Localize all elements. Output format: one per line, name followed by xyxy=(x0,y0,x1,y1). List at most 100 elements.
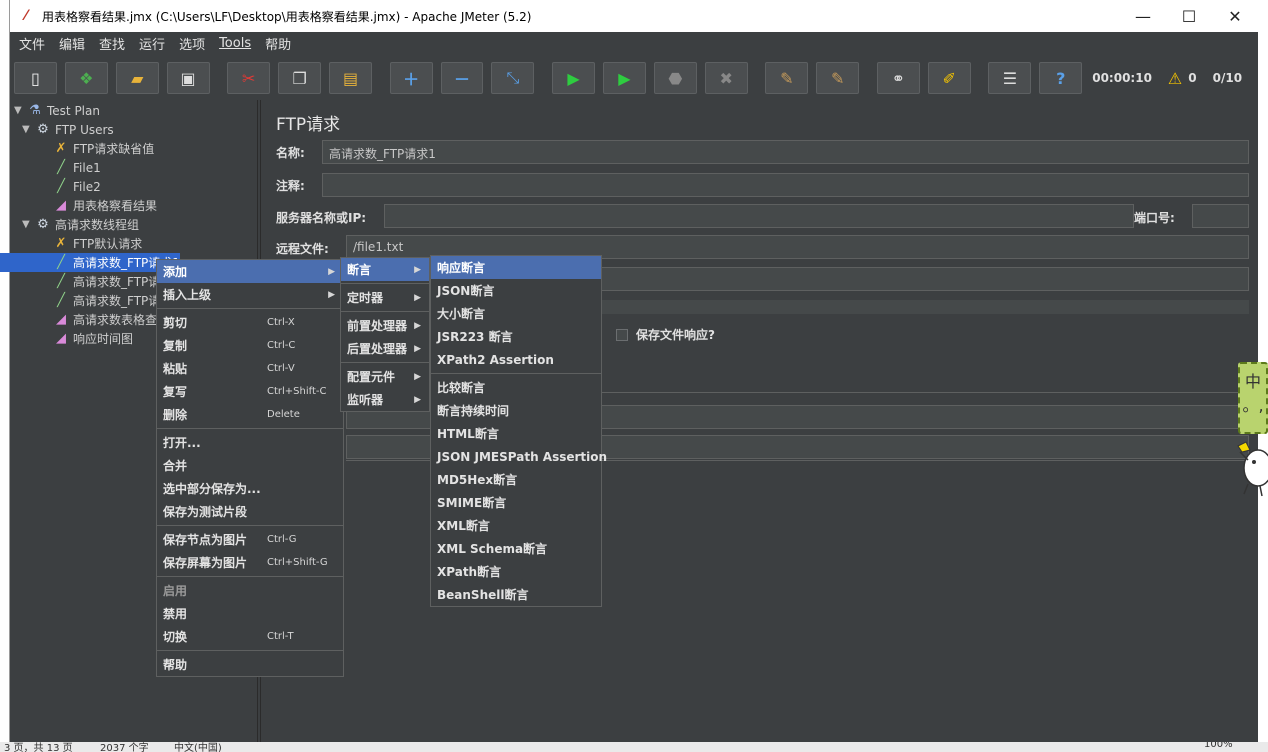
expand-toggle-icon[interactable]: ▼ xyxy=(22,124,34,135)
open-button[interactable]: ▰ xyxy=(115,62,159,94)
shutdown-button[interactable]: ✖ xyxy=(704,62,748,94)
tree-node[interactable]: ╱ File1 xyxy=(40,158,101,177)
server-field[interactable] xyxy=(384,204,1134,228)
add-menu-item[interactable]: 定时器 ▶ xyxy=(341,286,429,309)
assertion-menu-item[interactable]: XML Schema断言 xyxy=(431,537,601,560)
add-menu-item[interactable]: 前置处理器 ▶ xyxy=(341,314,429,337)
tree-node[interactable]: ◢ 用表格察看结果 xyxy=(40,196,157,215)
assertion-menu-item[interactable]: JSON JMESPath Assertion xyxy=(431,445,607,468)
clear-button[interactable]: ✎ xyxy=(765,62,809,94)
tree-node[interactable]: ╱ 高请求数_FTP请求1 xyxy=(0,253,180,272)
assertion-menu-item-label: BeanShell断言 xyxy=(437,588,529,602)
assertion-menu-item[interactable]: 断言持续时间 xyxy=(431,399,601,422)
name-field[interactable]: 高请求数_FTP请求1 xyxy=(322,140,1249,164)
copy-icon: ❐ xyxy=(292,68,307,88)
close-button[interactable]: ✕ xyxy=(1212,0,1258,32)
context-menu-item[interactable]: 帮助 xyxy=(157,653,343,676)
menu-options[interactable]: 选项 xyxy=(172,34,212,53)
add-menu-item[interactable]: 后置处理器 ▶ xyxy=(341,337,429,360)
context-menu-item[interactable]: 插入上级 ▶ xyxy=(157,283,343,306)
shortcut-hint: Ctrl+Shift-C xyxy=(267,386,327,397)
assertion-menu-item-label: 断言持续时间 xyxy=(437,404,510,418)
submenu-arrow-icon: ▶ xyxy=(328,266,335,277)
assertion-menu-item[interactable]: 比较断言 xyxy=(431,376,601,399)
menu-tools[interactable]: Tools xyxy=(212,36,258,51)
assertion-menu-item[interactable]: XPath2 Assertion xyxy=(431,348,601,371)
assertion-menu-item[interactable]: XML断言 xyxy=(431,514,601,537)
assertion-menu-item[interactable]: 大小断言 xyxy=(431,302,601,325)
assertion-menu-item[interactable]: 响应断言 xyxy=(431,256,601,279)
context-menu-item[interactable]: 添加 ▶ xyxy=(157,260,343,283)
wrench-icon: ✗ xyxy=(55,236,67,251)
assertion-menu-item[interactable]: XPath断言 xyxy=(431,560,601,583)
add-menu-item[interactable]: 配置元件 ▶ xyxy=(341,365,429,388)
play-timer-icon: ▶ xyxy=(618,68,631,88)
context-menu-item[interactable]: 剪切 Ctrl-X xyxy=(157,311,343,334)
expand-toggle-icon[interactable]: ▼ xyxy=(22,219,34,230)
tree-node[interactable]: ◢ 响应时间图 xyxy=(40,329,133,348)
context-menu-item[interactable]: 打开... xyxy=(157,431,343,454)
menu-run[interactable]: 运行 xyxy=(132,34,172,53)
context-menu-item-label: 打开... xyxy=(163,436,201,450)
tree-node[interactable]: ╱ File2 xyxy=(40,177,101,196)
context-menu-item[interactable]: 保存为测试片段 xyxy=(157,500,343,523)
context-menu-item[interactable]: 删除 Delete xyxy=(157,403,343,426)
context-menu-item[interactable]: 保存节点为图片 Ctrl-G xyxy=(157,528,343,551)
expand-toggle-icon[interactable]: ▼ xyxy=(14,105,26,116)
context-menu-item[interactable]: 切换 Ctrl-T xyxy=(157,625,343,648)
save-response-checkbox[interactable]: 保存文件响应? xyxy=(616,326,715,343)
stop-button[interactable]: ⬣ xyxy=(653,62,697,94)
clear-all-button[interactable]: ✎ xyxy=(816,62,860,94)
assertion-menu-item[interactable]: MD5Hex断言 xyxy=(431,468,601,491)
context-menu-item[interactable]: 复制 Ctrl-C xyxy=(157,334,343,357)
collapse-all-button[interactable]: － xyxy=(440,62,484,94)
tree-node[interactable]: ✗ FTP请求缺省值 xyxy=(40,139,155,158)
elapsed-timer: 00:00:10 xyxy=(1092,71,1152,85)
menu-file[interactable]: 文件 xyxy=(12,34,52,53)
menu-search[interactable]: 查找 xyxy=(92,34,132,53)
start-no-pause-button[interactable]: ▶ xyxy=(603,62,646,94)
context-menu-item[interactable]: 禁用 xyxy=(157,602,343,625)
checkbox-box[interactable] xyxy=(616,328,628,341)
tree-node[interactable]: ▼ ⚙ 高请求数线程组 xyxy=(22,215,139,234)
maximize-button[interactable]: ☐ xyxy=(1166,0,1212,32)
minimize-button[interactable]: — xyxy=(1120,0,1166,32)
cut-button[interactable]: ✂ xyxy=(227,62,271,94)
expand-all-button[interactable]: ＋ xyxy=(389,62,433,94)
function-helper-button[interactable]: ☰ xyxy=(988,62,1032,94)
start-button[interactable]: ▶ xyxy=(552,62,595,94)
tree-node[interactable]: ▼ ⚙ FTP Users xyxy=(22,120,114,139)
assertion-menu-item[interactable]: JSON断言 xyxy=(431,279,601,302)
toggle-button[interactable]: ⤡ xyxy=(491,62,535,94)
add-menu-item[interactable]: 断言 ▶ xyxy=(341,258,429,281)
tree-node[interactable]: ✗ FTP默认请求 xyxy=(40,234,143,253)
menu-edit[interactable]: 编辑 xyxy=(52,34,92,53)
warning-icon[interactable]: ⚠ xyxy=(1168,69,1182,88)
context-menu-item[interactable]: 复写 Ctrl+Shift-C xyxy=(157,380,343,403)
port-field[interactable] xyxy=(1192,204,1249,228)
assertion-menu-item[interactable]: HTML断言 xyxy=(431,422,601,445)
tree-node[interactable]: ▼ ⚗ Test Plan xyxy=(14,101,100,120)
assertion-menu-item[interactable]: BeanShell断言 xyxy=(431,583,601,606)
copy-button[interactable]: ❐ xyxy=(278,62,322,94)
new-button[interactable]: ▯ xyxy=(14,62,57,94)
shortcut-hint: Delete xyxy=(267,409,300,420)
context-menu-item[interactable]: 合并 xyxy=(157,454,343,477)
context-menu-item[interactable]: 启用 xyxy=(157,579,343,602)
context-menu-item[interactable]: 保存屏幕为图片 Ctrl+Shift-G xyxy=(157,551,343,574)
submenu-arrow-icon: ▶ xyxy=(328,289,335,300)
assertion-menu-item[interactable]: JSR223 断言 xyxy=(431,325,601,348)
assertion-menu-item-label: XPath2 Assertion xyxy=(437,352,554,367)
paste-button[interactable]: ▤ xyxy=(329,62,372,94)
comment-field[interactable] xyxy=(322,173,1249,197)
menu-help[interactable]: 帮助 xyxy=(258,34,298,53)
search-button[interactable]: ⚭ xyxy=(876,62,920,94)
save-button[interactable]: ▣ xyxy=(166,62,210,94)
assertion-menu-item[interactable]: SMIME断言 xyxy=(431,491,601,514)
help-button[interactable]: ? xyxy=(1039,62,1083,94)
reset-search-button[interactable]: ✐ xyxy=(927,62,971,94)
context-menu-item[interactable]: 粘贴 Ctrl-V xyxy=(157,357,343,380)
templates-button[interactable]: ❖ xyxy=(64,62,108,94)
context-menu-item[interactable]: 选中部分保存为... xyxy=(157,477,343,500)
add-menu-item[interactable]: 监听器 ▶ xyxy=(341,388,429,411)
